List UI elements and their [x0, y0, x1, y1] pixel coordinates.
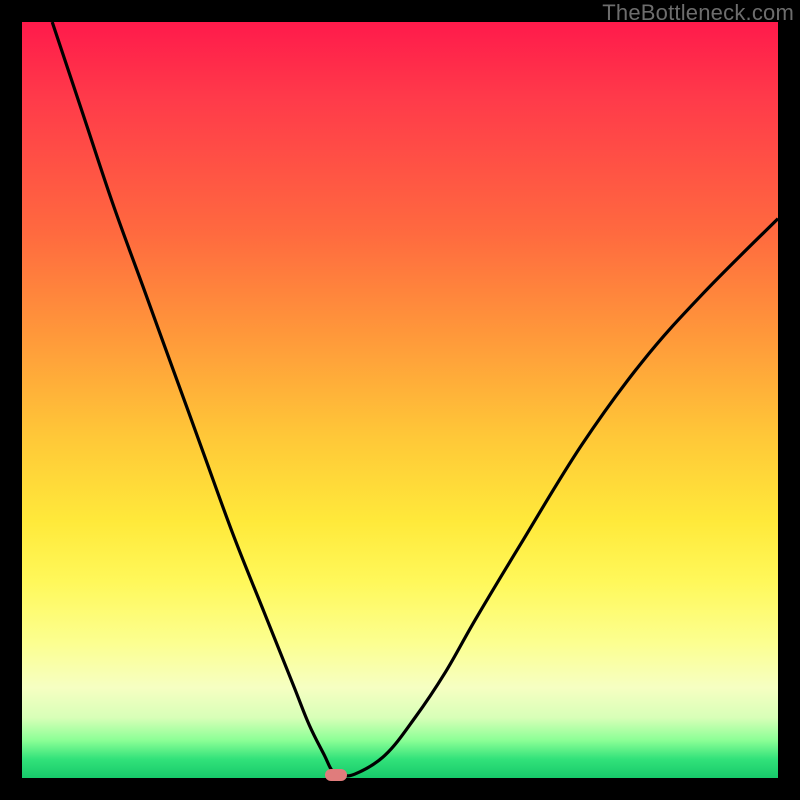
- optimal-point-marker: [325, 769, 347, 781]
- bottleneck-curve: [22, 22, 778, 778]
- chart-frame: [22, 22, 778, 778]
- curve-path: [52, 22, 778, 776]
